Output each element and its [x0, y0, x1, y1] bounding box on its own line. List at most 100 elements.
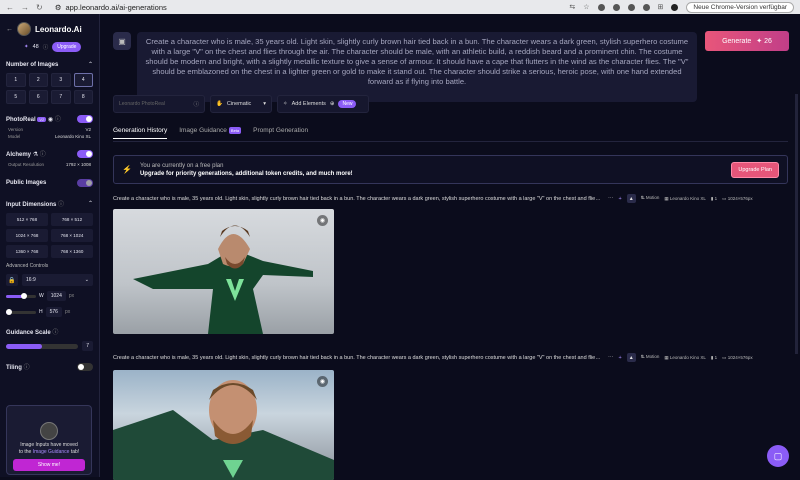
chat-icon: ▢ [773, 450, 783, 461]
generate-button[interactable]: Generate ✦ 26 [705, 31, 789, 51]
dim-option[interactable]: 512 × 768 [6, 213, 48, 226]
model-select[interactable]: Leonardo PhotoReal ⓘ [113, 95, 205, 113]
motion-meta: ⛐ Motion [640, 195, 660, 200]
prompt-image-icon[interactable]: ▣ [113, 32, 131, 50]
info-icon[interactable]: ⓘ [52, 330, 58, 336]
photoreal-toggle[interactable] [77, 114, 93, 123]
info-icon[interactable]: ⓘ [58, 202, 64, 208]
eye-icon[interactable]: ◉ [317, 376, 328, 387]
tab-prompt-generation[interactable]: Prompt Generation [253, 127, 308, 139]
back-arrow-icon[interactable]: ← [6, 26, 13, 33]
tab-image-guidance[interactable]: Image Guidance Beta [179, 127, 242, 139]
generation-header: Create a character who is male, 35 years… [113, 353, 798, 362]
dim-option[interactable]: 768 × 512 [51, 213, 93, 226]
num-option[interactable]: 4 [73, 73, 93, 87]
photoreal-version-badge: V2 [37, 117, 47, 122]
public-images-row: Public Images [0, 176, 99, 190]
extension-icon[interactable] [627, 3, 635, 11]
plus-icon[interactable]: + [619, 196, 622, 202]
dim-option[interactable]: 1024 × 768 [6, 229, 48, 242]
image-guidance-link[interactable]: Image Guidance [33, 449, 70, 455]
add-elements-button[interactable]: ✧ Add Elements ⊕ New [277, 95, 369, 113]
extension-icon[interactable] [612, 3, 620, 11]
profile-avatar[interactable] [671, 3, 679, 11]
tiling-toggle[interactable] [77, 362, 93, 371]
reload-icon[interactable]: ↻ [36, 3, 43, 12]
forward-icon[interactable]: → [21, 3, 29, 12]
banner-line-1: You are currently on a free plan [139, 162, 224, 169]
style-icon: ✋ [216, 101, 223, 107]
width-unit: px [68, 293, 75, 299]
prompt-input[interactable]: Create a character who is male, 35 years… [137, 32, 697, 102]
width-input[interactable]: 1024 [46, 291, 66, 301]
token-count: 48 [32, 44, 39, 50]
flask-icon: ⚗ [32, 152, 39, 158]
generated-image[interactable]: ◉ [113, 209, 334, 334]
url-text[interactable]: app.leonardo.ai/ai-generations [65, 3, 166, 12]
site-info-icon[interactable]: ⚙ [55, 3, 62, 12]
tab-generation-history[interactable]: Generation History [113, 127, 168, 139]
upgrade-button[interactable]: Upgrade [52, 42, 82, 52]
num-option[interactable]: 1 [6, 73, 26, 87]
dim-option[interactable]: 1360 × 768 [6, 245, 48, 258]
generated-image[interactable]: ◉ [113, 370, 334, 480]
extension-icon[interactable] [642, 3, 650, 11]
alchemy-toggle[interactable] [77, 149, 93, 158]
chevron-up-icon[interactable]: ⌃ [88, 61, 93, 68]
ellipsis-icon[interactable]: ⋯ [608, 355, 614, 361]
caret-up-icon[interactable]: ▴ [626, 353, 636, 362]
ratio-select[interactable]: 16:9 ⌄ [22, 274, 93, 286]
dim-option[interactable]: 768 × 1360 [51, 245, 93, 258]
notice-prefix: to the [18, 449, 32, 455]
version-value: V2 [85, 127, 91, 132]
caret-up-icon[interactable]: ▴ [626, 194, 636, 203]
num-option[interactable]: 7 [51, 90, 71, 104]
chrome-update-button[interactable]: Neue Chrome-Version verfügbar [686, 1, 794, 13]
public-images-toggle[interactable] [77, 179, 93, 187]
chat-support-button[interactable]: ▢ [767, 445, 789, 467]
num-option[interactable]: 2 [28, 73, 48, 87]
scrollbar[interactable] [795, 94, 798, 354]
num-images-header[interactable]: Number of Images ⌃ [0, 58, 99, 71]
info-icon[interactable]: ⓘ [193, 100, 199, 108]
translate-icon[interactable]: ⇆ [569, 3, 575, 11]
info-icon[interactable]: ⓘ [24, 365, 30, 371]
superhero-closeup-illustration [113, 380, 334, 480]
info-icon[interactable]: ⓘ [40, 152, 46, 158]
width-slider[interactable] [6, 292, 36, 299]
num-option[interactable]: 3 [51, 73, 71, 87]
puzzle-icon[interactable]: ⊞ [658, 3, 664, 11]
eye-icon[interactable]: ◉ [317, 215, 328, 226]
tab-divider [113, 141, 788, 142]
notice-text-2: to the Image Guidance tab! [7, 449, 91, 456]
ellipsis-icon[interactable]: ⋯ [608, 196, 614, 202]
upgrade-plan-button[interactable]: Upgrade Plan [731, 161, 779, 178]
banner-text: You are currently on a free plan Upgrade… [140, 162, 353, 178]
info-icon[interactable]: ⓘ [43, 43, 49, 51]
input-dims-label: Input Dimensions [6, 202, 57, 208]
dim-option[interactable]: 768 × 1024 [51, 229, 93, 242]
free-plan-banner: ⚡ You are currently on a free plan Upgra… [113, 155, 788, 184]
address-bar[interactable]: ⚙ app.leonardo.ai/ai-generations [55, 3, 167, 12]
star-icon[interactable]: ☆ [583, 3, 589, 11]
generation-prompt[interactable]: Create a character who is male, 35 years… [113, 196, 603, 202]
height-input[interactable]: 576 [45, 307, 62, 317]
show-me-button[interactable]: Show me! [13, 459, 85, 471]
info-icon[interactable]: ⓘ [55, 117, 61, 123]
generation-prompt[interactable]: Create a character who is male, 35 years… [113, 355, 603, 361]
num-option[interactable]: 6 [28, 90, 48, 104]
style-select[interactable]: ✋ Cinematic ▾ [210, 95, 272, 113]
guidance-slider[interactable] [6, 343, 79, 349]
height-slider[interactable] [6, 308, 36, 315]
ratio-row: 🔒 16:9 ⌄ [0, 272, 99, 288]
input-dims-header[interactable]: Input Dimensions ⓘ ⌃ [0, 196, 99, 211]
extension-icon[interactable] [597, 3, 605, 11]
num-option[interactable]: 8 [73, 90, 93, 104]
plus-icon[interactable]: + [619, 355, 622, 361]
back-icon[interactable]: ← [6, 3, 14, 12]
num-option[interactable]: 5 [6, 90, 26, 104]
chevron-up-icon[interactable]: ⌃ [88, 200, 93, 207]
motion-meta: ⛐ Motion [640, 354, 660, 359]
guidance-value[interactable]: 7 [82, 341, 93, 351]
lock-icon[interactable]: 🔒 [6, 274, 18, 286]
